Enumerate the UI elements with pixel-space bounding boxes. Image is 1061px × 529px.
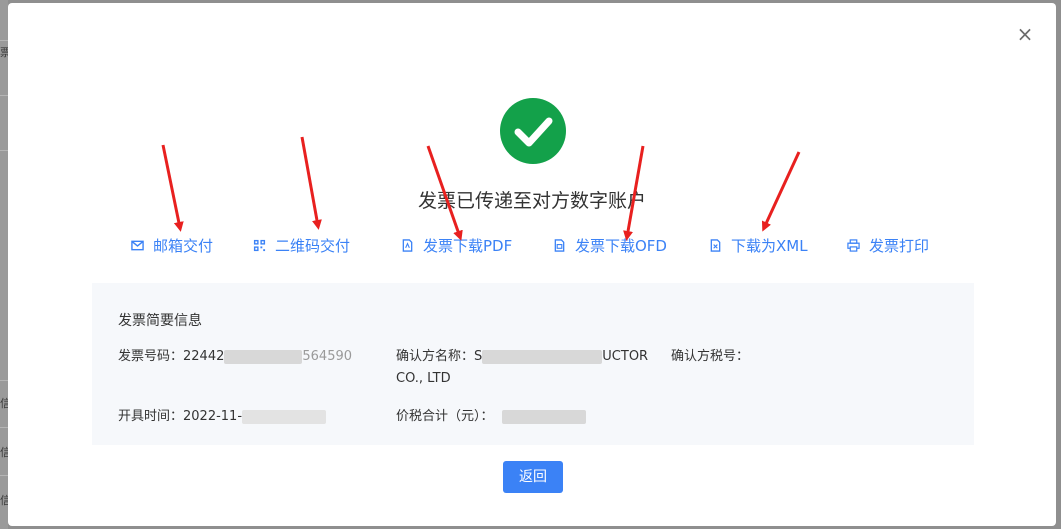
download-pdf-label: 发票下载PDF [423,236,513,255]
pdf-file-icon [402,238,413,252]
email-delivery-button[interactable]: 邮箱交付 [131,232,213,258]
redacted-block [224,349,303,364]
total-amount-field: 价税合计（元）： [396,407,586,427]
xml-file-icon [710,238,721,252]
background-text: 信 [0,446,8,459]
download-pdf-button[interactable]: 发票下载PDF [401,232,512,258]
invoice-number-suffix: 564590 [302,349,353,364]
download-xml-label: 下载为XML [731,236,808,255]
background-text: 信 [0,494,8,507]
success-check-icon [500,98,566,164]
ofd-file-icon [554,238,565,252]
download-xml-button[interactable]: 下载为XML [709,232,808,258]
background-page-edge: 票 信 信 信 [0,0,8,529]
printer-icon [847,238,860,252]
redacted-block [242,409,327,424]
redacted-block [501,409,586,424]
invoice-number-field: 发票号码：22442 564590 [118,347,352,367]
email-delivery-label: 邮箱交付 [153,236,214,255]
result-title: 发票已传递至对方数字账户 [417,190,646,212]
invoice-number-prefix: 22442 [183,349,225,364]
qrcode-icon [253,239,266,251]
buyer-name-line2: CO., LTD [396,371,451,386]
summary-title: 发票简要信息 [118,313,202,329]
buyer-name-label: 确认方名称： [396,349,475,364]
issue-time-field: 开具时间：2022-11- [118,407,327,427]
print-invoice-button[interactable]: 发票打印 [847,232,929,258]
delivery-actions: 邮箱交付 二维码交付 发票下载PDF 发票下载OFD 下载为XML 发票打印 [8,232,1056,258]
buyer-name-field: 确认方名称：S UCTOR [396,347,648,367]
buyer-name-suffix: UCTOR [602,349,649,364]
mail-icon [131,240,144,250]
download-ofd-button[interactable]: 发票下载OFD [553,232,667,258]
buyer-name-prefix: S [474,349,483,364]
issue-time-label: 开具时间： [118,409,184,424]
close-icon[interactable]: × [1016,24,1034,44]
background-text: 信 [0,397,8,410]
download-ofd-label: 发票下载OFD [575,236,667,255]
redacted-block [482,349,603,364]
buyer-tax-label: 确认方税号： [671,349,750,364]
invoice-summary-panel: 发票简要信息 发票号码：22442 564590 确认方名称：S UCTOR CO.… [92,283,974,445]
qrcode-delivery-button[interactable]: 二维码交付 [253,232,350,258]
background-text: 票 [0,46,8,59]
back-button[interactable]: 返回 [503,461,563,493]
print-invoice-label: 发票打印 [869,236,930,255]
invoice-delivery-dialog: × 发票已传递至对方数字账户 邮箱交付 二维码交付 发票下载PDF 发票下载OF… [8,3,1056,526]
invoice-number-label: 发票号码： [118,349,184,364]
issue-time-prefix: 2022-11- [183,409,243,424]
qrcode-delivery-label: 二维码交付 [275,236,351,255]
buyer-tax-field: 确认方税号： [671,347,749,367]
total-amount-label: 价税合计（元）： [396,409,494,424]
